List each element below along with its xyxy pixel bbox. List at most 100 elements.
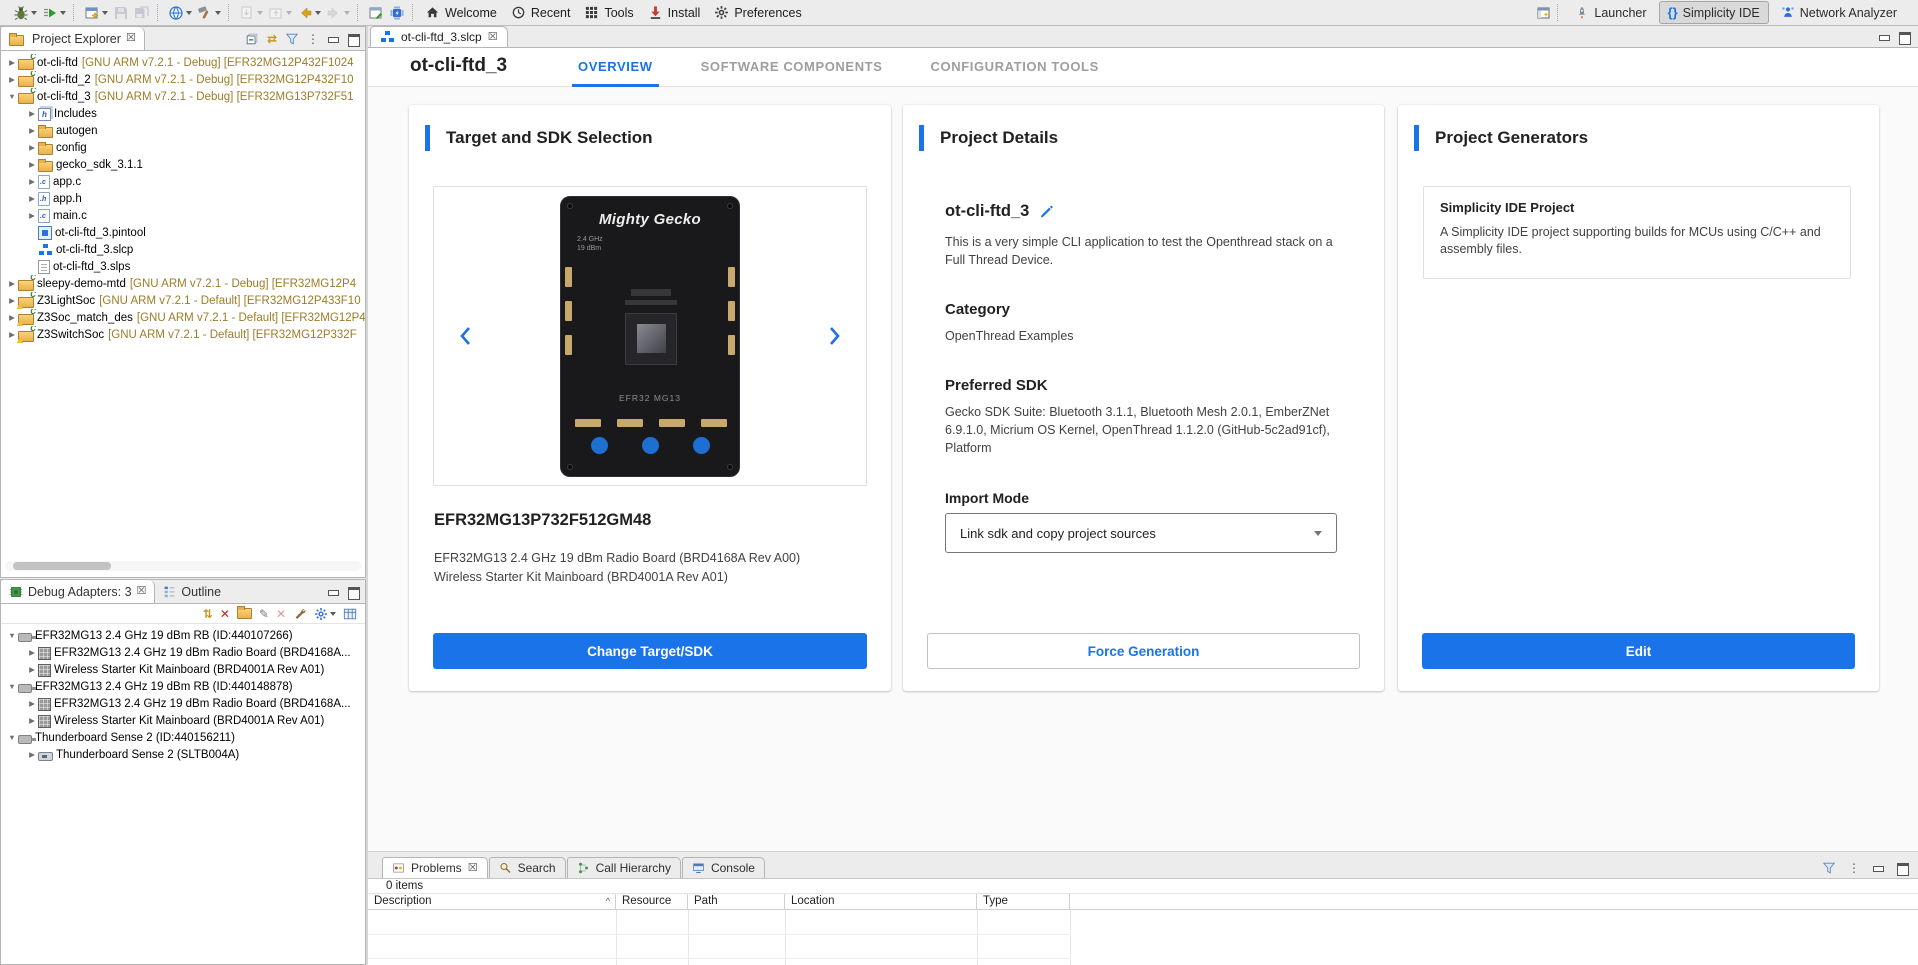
filter-icon[interactable] <box>285 32 299 46</box>
tab-software-components[interactable]: SOFTWARE COMPONENTS <box>695 48 889 87</box>
export-dropdown-caret[interactable] <box>286 11 292 15</box>
minimize-icon[interactable] <box>1878 31 1890 43</box>
expander-icon[interactable]: ▶ <box>26 109 38 118</box>
expander-icon[interactable]: ▶ <box>26 126 38 135</box>
maximize-icon[interactable] <box>1896 862 1908 874</box>
maximize-icon[interactable] <box>1898 31 1910 43</box>
close-icon[interactable]: ☒ <box>126 33 136 44</box>
view-as-table-icon[interactable] <box>343 607 357 621</box>
tree-row[interactable]: ▶ app.c <box>1 173 365 190</box>
tree-row[interactable]: ▶ gecko_sdk_3.1.1 <box>1 156 365 173</box>
tree-row[interactable]: ▶ main.c <box>1 207 365 224</box>
refresh-adapters-icon[interactable]: ⇅ <box>203 608 213 620</box>
open-perspective-button[interactable] <box>1536 5 1552 21</box>
expander-icon[interactable]: ▶ <box>26 716 38 725</box>
flash-programmer-button[interactable] <box>389 5 405 21</box>
generator-item[interactable]: Simplicity IDE Project A Simplicity IDE … <box>1423 186 1851 279</box>
tree-row[interactable]: ▼ ot-cli-ftd_3 [GNU ARM v7.2.1 - Debug] … <box>1 88 365 105</box>
adapter-settings-button[interactable] <box>314 607 336 621</box>
open-editor-button[interactable] <box>368 5 384 21</box>
export-window-button[interactable] <box>268 5 292 21</box>
force-generation-button[interactable]: Force Generation <box>927 633 1360 669</box>
expander-icon[interactable]: ▼ <box>6 631 18 640</box>
edit-button[interactable]: Edit <box>1422 633 1855 669</box>
minimize-icon[interactable] <box>327 33 339 45</box>
tab-project-explorer[interactable]: Project Explorer ☒ <box>1 27 145 50</box>
minimize-icon[interactable] <box>327 586 339 598</box>
horizontal-scrollbar[interactable] <box>5 561 361 571</box>
install-button[interactable]: Install <box>641 3 708 22</box>
expander-icon[interactable]: ▶ <box>26 143 38 152</box>
expander-icon[interactable]: ▶ <box>6 58 18 67</box>
import-mode-select[interactable]: Link sdk and copy project sources <box>945 513 1337 553</box>
adapter-row[interactable]: ▶ Thunderboard Sense 2 (SLTB004A) <box>1 746 365 763</box>
expander-icon[interactable]: ▶ <box>26 648 38 657</box>
import-file-button[interactable] <box>239 5 263 21</box>
build-dropdown-caret[interactable] <box>215 11 221 15</box>
column-resource[interactable]: Resource <box>616 894 688 909</box>
adapter-tools-icon[interactable] <box>293 607 307 621</box>
expander-icon[interactable]: ▶ <box>26 194 38 203</box>
view-menu-icon[interactable]: ⋮ <box>307 33 319 45</box>
editor-tab-slcp[interactable]: ot-cli-ftd_3.slcp ☒ <box>370 26 508 47</box>
expander-icon[interactable]: ▶ <box>26 160 38 169</box>
column-type[interactable]: Type <box>977 894 1070 909</box>
tree-row[interactable]: ▶ Z3LightSoc [GNU ARM v7.2.1 - Default] … <box>1 292 365 309</box>
link-with-editor-icon[interactable]: ⇄ <box>267 33 277 45</box>
back-dropdown-caret[interactable] <box>315 11 321 15</box>
save-button[interactable] <box>113 5 129 21</box>
tab-configuration-tools[interactable]: CONFIGURATION TOOLS <box>925 48 1105 87</box>
tree-row[interactable]: ▶ Z3Soc_match_des [GNU ARM v7.2.1 - Defa… <box>1 309 365 326</box>
maximize-icon[interactable] <box>347 586 359 598</box>
rename-icon[interactable]: ✎ <box>259 608 269 620</box>
view-menu-icon[interactable]: ⋮ <box>1848 862 1860 874</box>
forward-dropdown-caret[interactable] <box>344 11 350 15</box>
close-icon[interactable]: ☒ <box>137 586 147 597</box>
adapter-row[interactable]: ▶ EFR32MG13 2.4 GHz 19 dBm Radio Board (… <box>1 695 365 712</box>
expander-icon[interactable]: ▶ <box>26 699 38 708</box>
new-wizard-button[interactable] <box>84 5 108 21</box>
tools-button[interactable]: Tools <box>577 3 640 22</box>
debug-dropdown-caret[interactable] <box>31 11 37 15</box>
tree-row[interactable]: ▶ config <box>1 139 365 156</box>
tree-row[interactable]: ▶ autogen <box>1 122 365 139</box>
column-description[interactable]: Description ^ <box>368 894 616 909</box>
save-all-button[interactable] <box>134 5 150 21</box>
back-button[interactable] <box>297 5 321 21</box>
column-path[interactable]: Path <box>688 894 785 909</box>
tree-row[interactable]: ▶ Includes <box>1 105 365 122</box>
adapter-row[interactable]: ▶ Wireless Starter Kit Mainboard (BRD400… <box>1 712 365 729</box>
tree-row[interactable]: ot-cli-ftd_3.slcp <box>1 241 365 258</box>
expander-icon[interactable]: ▶ <box>6 75 18 84</box>
tree-row[interactable]: ▶ sleepy-demo-mtd [GNU ARM v7.2.1 - Debu… <box>1 275 365 292</box>
expander-icon[interactable]: ▼ <box>6 682 18 691</box>
tab-search[interactable]: Search <box>489 857 566 878</box>
disconnect-icon[interactable]: ✕ <box>220 608 230 620</box>
expander-icon[interactable]: ▶ <box>26 665 38 674</box>
expander-icon[interactable]: ▶ <box>6 279 18 288</box>
carousel-next-icon[interactable] <box>826 325 842 347</box>
tab-problems[interactable]: Problems ☒ <box>382 857 488 878</box>
maximize-icon[interactable] <box>347 33 359 45</box>
scrollbar-thumb[interactable] <box>13 562 111 570</box>
build-button[interactable] <box>197 5 221 21</box>
tab-call-hierarchy[interactable]: Call Hierarchy <box>567 857 681 878</box>
carousel-previous-icon[interactable] <box>458 325 474 347</box>
tree-row[interactable]: ot-cli-ftd_3.pintool <box>1 224 365 241</box>
collapse-all-icon[interactable] <box>245 32 259 46</box>
perspective-network-analyzer[interactable]: Network Analyzer <box>1772 1 1906 24</box>
tree-row[interactable]: ot-cli-ftd_3.slps <box>1 258 365 275</box>
welcome-button[interactable]: Welcome <box>418 3 504 22</box>
new-group-icon[interactable] <box>237 608 252 619</box>
run-button[interactable] <box>42 5 66 21</box>
minimize-icon[interactable] <box>1872 862 1884 874</box>
expander-icon[interactable]: ▶ <box>26 211 38 220</box>
edit-pencil-icon[interactable] <box>1039 204 1055 220</box>
tab-overview[interactable]: OVERVIEW <box>572 48 659 87</box>
adapter-row[interactable]: ▶ EFR32MG13 2.4 GHz 19 dBm Radio Board (… <box>1 644 365 661</box>
debug-button[interactable] <box>13 5 37 21</box>
change-target-sdk-button[interactable]: Change Target/SDK <box>433 633 867 669</box>
delete-icon[interactable]: ✕ <box>276 608 286 620</box>
filter-icon[interactable] <box>1822 861 1836 875</box>
web-dropdown-caret[interactable] <box>186 11 192 15</box>
